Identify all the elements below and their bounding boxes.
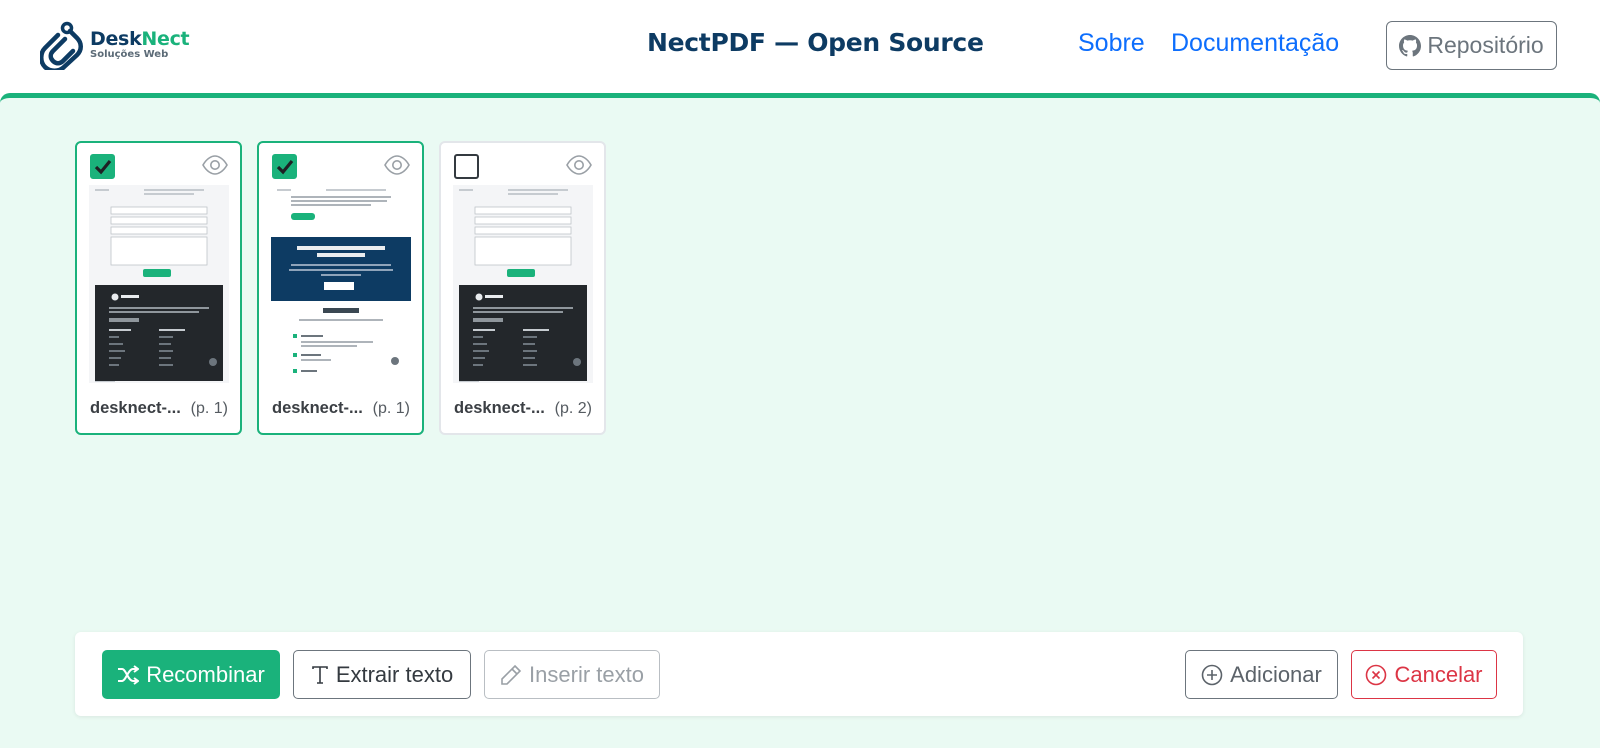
- nav-link-docs[interactable]: Documentação: [1171, 29, 1339, 58]
- page-select-checkbox[interactable]: [454, 154, 479, 179]
- page-select-checkbox[interactable]: [90, 154, 115, 179]
- nav-link-about[interactable]: Sobre: [1078, 29, 1145, 58]
- page-card-3[interactable]: desknect-... (p. 2): [439, 141, 606, 435]
- app-header: DeskNect Soluções Web NectPDF — Open Sou…: [0, 0, 1600, 93]
- eye-icon[interactable]: [384, 155, 410, 175]
- eye-icon[interactable]: [566, 155, 592, 175]
- checkmark-icon: [276, 159, 293, 174]
- shuffle-icon: [118, 664, 140, 685]
- logo-wordmark: DeskNect: [90, 28, 190, 50]
- page-thumbnail: [453, 185, 593, 383]
- text-icon: [312, 665, 328, 684]
- repository-button-label: Repositório: [1427, 32, 1544, 58]
- page-filename: desknect-...: [272, 399, 363, 417]
- page-title: NectPDF — Open Source: [647, 28, 984, 57]
- page-card-2[interactable]: desknect-... (p. 1): [257, 141, 424, 435]
- page-number: (p. 2): [554, 399, 592, 417]
- page-thumbnail: [89, 185, 229, 383]
- eye-icon[interactable]: [202, 155, 228, 175]
- action-toolbar: Recombinar Extrair texto Inserir texto A…: [75, 632, 1523, 716]
- logo-subtitle: Soluções Web: [90, 49, 169, 60]
- x-circle-icon: [1366, 664, 1387, 685]
- page-number: (p. 1): [190, 399, 228, 417]
- add-button-label: Adicionar: [1230, 661, 1322, 687]
- page-thumbnail: [271, 185, 411, 383]
- page-number: (p. 1): [372, 399, 410, 417]
- insert-text-button-label: Inserir texto: [529, 661, 644, 687]
- page-select-checkbox[interactable]: [272, 154, 297, 179]
- add-button[interactable]: Adicionar: [1185, 650, 1338, 699]
- page-card-1[interactable]: desknect-... (p. 1): [75, 141, 242, 435]
- extract-text-button[interactable]: Extrair texto: [293, 650, 471, 699]
- recombine-button[interactable]: Recombinar: [102, 650, 280, 699]
- page-filename: desknect-...: [454, 399, 545, 417]
- insert-text-button[interactable]: Inserir texto: [484, 650, 660, 699]
- page-filename: desknect-...: [90, 399, 181, 417]
- paperclip-logo-icon: [40, 21, 83, 70]
- desknect-logo[interactable]: DeskNect Soluções Web: [40, 20, 190, 70]
- github-icon: [1399, 34, 1422, 56]
- cancel-button[interactable]: Cancelar: [1351, 650, 1497, 699]
- plus-circle-icon: [1201, 664, 1223, 685]
- recombine-button-label: Recombinar: [146, 661, 265, 687]
- repository-button[interactable]: Repositório: [1386, 21, 1557, 70]
- cancel-button-label: Cancelar: [1394, 661, 1483, 687]
- checkmark-icon: [94, 159, 111, 174]
- extract-text-button-label: Extrair texto: [335, 661, 454, 687]
- pencil-icon: [501, 664, 522, 685]
